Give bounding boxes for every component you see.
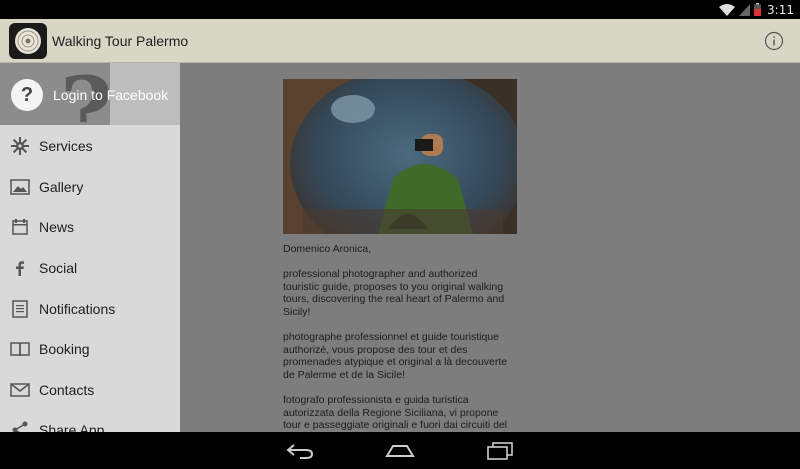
drawer-item-share-app[interactable]: Share App (0, 410, 180, 432)
action-bar: Walking Tour Palermo (0, 19, 800, 63)
drawer-item-label: Booking (39, 341, 90, 358)
back-button[interactable] (285, 440, 315, 462)
drawer-item-services[interactable]: Services (0, 126, 180, 167)
home-icon (385, 445, 415, 457)
recent-apps-icon (487, 442, 513, 460)
system-navigation-bar (0, 432, 800, 469)
image-icon (10, 177, 30, 197)
article-paragraph-it: fotografo professionista e guida turisti… (283, 394, 508, 432)
facebook-icon (10, 258, 30, 278)
back-arrow-icon (286, 444, 314, 459)
book-icon (10, 339, 30, 359)
drawer-item-label: Gallery (39, 178, 84, 195)
info-button[interactable] (764, 31, 784, 51)
battery-icon (754, 3, 762, 16)
article-text: Domenico Aronica, professional photograp… (283, 243, 515, 432)
calendar-icon (10, 217, 30, 237)
drawer-item-contacts[interactable]: Contacts (0, 370, 180, 411)
status-icons: 3:11 (719, 0, 794, 19)
status-bar: 3:11 (0, 0, 800, 19)
drawer-item-label: Contacts (39, 381, 95, 398)
drawer-item-gallery[interactable]: Gallery (0, 167, 180, 208)
photographer-photo (283, 79, 517, 234)
drawer-item-label: Notifications (39, 300, 116, 317)
facebook-login-header[interactable]: ? ? Login to Facebook (0, 63, 180, 125)
article-paragraph-fr: photographe professionnel et guide touri… (283, 331, 508, 381)
drawer-item-social[interactable]: Social (0, 248, 180, 289)
drawer-item-label: News (39, 219, 75, 236)
app-logo-icon (15, 28, 41, 54)
signal-icon (739, 3, 751, 16)
document-icon (10, 299, 30, 319)
drawer-item-label: Share App (39, 422, 105, 432)
login-to-facebook-label: Login to Facebook (53, 87, 169, 103)
drawer-item-booking[interactable]: Booking (0, 329, 180, 370)
info-icon (764, 31, 784, 51)
navigation-drawer: ? ? Login to Facebook Services Gallery N… (0, 63, 180, 432)
drawer-item-label: Social (39, 260, 78, 277)
screen: 3:11 Walking Tour Palermo Domenico Aroni… (0, 0, 800, 469)
app-logo[interactable] (9, 23, 47, 59)
home-button[interactable] (385, 440, 415, 462)
article-author: Domenico Aronica, (283, 243, 372, 255)
envelope-icon (10, 380, 30, 400)
article-paragraph-en: professional photographer and authorized… (283, 268, 505, 318)
drawer-menu: Services Gallery News Social Notificatio… (0, 126, 180, 432)
drawer-item-news[interactable]: News (0, 207, 180, 248)
wifi-icon (719, 3, 736, 16)
content-page: Domenico Aronica, professional photograp… (180, 63, 800, 432)
recent-apps-button[interactable] (485, 440, 515, 462)
drawer-item-notifications[interactable]: Notifications (0, 288, 180, 329)
avatar: ? (11, 79, 43, 111)
gear-icon (10, 136, 30, 156)
app-title: Walking Tour Palermo (52, 33, 189, 49)
drawer-item-label: Services (39, 138, 93, 155)
share-icon (10, 420, 30, 432)
status-clock: 3:11 (767, 2, 794, 17)
